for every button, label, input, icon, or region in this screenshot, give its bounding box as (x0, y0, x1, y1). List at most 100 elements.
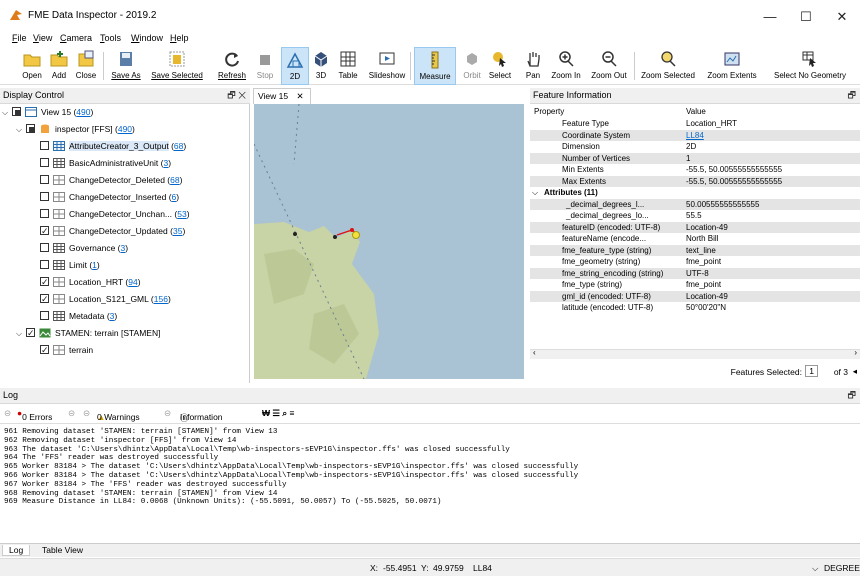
coordinate-system-link[interactable]: LL84 (686, 130, 704, 141)
features-selected-input[interactable]: 1 (805, 365, 818, 377)
feature-count-link[interactable]: 94 (128, 277, 137, 287)
zoom-out-button[interactable]: Zoom Out (588, 47, 630, 85)
feature-count-link[interactable]: 53 (177, 209, 186, 219)
tree-row-feature-type[interactable]: ChangeDetector_Inserted (6) (40, 189, 179, 205)
table-row[interactable]: fme_string_encoding (string) UTF-8 (530, 267, 860, 279)
tree-row-feature-type[interactable]: Location_HRT (94) (40, 274, 141, 290)
table-row[interactable]: gml_id (encoded: UTF-8) Location-49 (530, 290, 860, 302)
table-row[interactable]: Number of Vertices 1 (530, 152, 860, 164)
slideshow-button[interactable]: Slideshow (366, 47, 408, 85)
checkbox[interactable] (40, 243, 49, 253)
checkbox[interactable] (40, 209, 49, 219)
minimize-button[interactable]: — (752, 6, 788, 28)
checkbox-checked[interactable] (26, 325, 35, 341)
checkbox[interactable] (40, 311, 49, 321)
tree-row-feature-type[interactable]: Governance (3) (40, 240, 128, 256)
selected-feature-marker[interactable] (352, 231, 360, 239)
map-canvas[interactable] (254, 104, 524, 379)
table-row[interactable]: latitude (encoded: UTF-8) 50°00'20"N (530, 302, 860, 314)
panel-float-close-icons[interactable]: 🗗 ✕ (227, 88, 246, 103)
menu-camera[interactable]: Camera (60, 33, 92, 43)
table-row[interactable]: fme_feature_type (string) text_line (530, 244, 860, 256)
table-row[interactable]: Coordinate System LL84 (530, 129, 860, 141)
checkbox-checked[interactable] (40, 291, 49, 307)
table-row[interactable]: featureID (encoded: UTF-8) Location-49 (530, 221, 860, 233)
feature-count-link[interactable]: 6 (172, 192, 177, 202)
select-button[interactable]: Select (487, 47, 513, 85)
scroll-left-icon[interactable]: ‹ (533, 348, 536, 357)
prev-error-icon[interactable]: ⊝ (4, 408, 11, 419)
table-button[interactable]: Table (333, 47, 363, 85)
scroll-right-icon[interactable]: › (854, 348, 857, 357)
checkbox[interactable] (12, 107, 21, 117)
zoom-in-button[interactable]: Zoom In (548, 47, 584, 85)
tree-row-feature-type[interactable]: BasicAdministrativeUnit (3) (40, 155, 171, 171)
2d-view-button[interactable]: 2D (281, 47, 309, 85)
stop-button[interactable]: Stop (253, 47, 277, 85)
collapse-chevron-icon[interactable]: ⌵ (16, 326, 26, 342)
panel-float-icon[interactable]: 🗗 (848, 388, 856, 403)
menu-help[interactable]: Help (170, 33, 189, 43)
collapse-chevron-icon[interactable]: ⌵ (2, 105, 12, 121)
feature-count-link[interactable]: 35 (173, 226, 182, 236)
refresh-button[interactable]: Refresh (213, 47, 251, 85)
checkbox[interactable] (40, 158, 49, 168)
tab-table-view[interactable]: Table View (36, 545, 89, 555)
tree-row-feature-type[interactable]: ChangeDetector_Updated (35) (40, 223, 185, 239)
checkbox-checked[interactable] (40, 342, 49, 358)
checkbox[interactable] (40, 192, 49, 202)
feature-count-link[interactable]: 3 (163, 158, 168, 168)
table-row[interactable]: Min Extents -55.5, 50.00555555555555 (530, 164, 860, 176)
tab-view-15[interactable]: View 15 ✕ (253, 88, 311, 104)
close-tab-icon[interactable]: ✕ (296, 91, 303, 101)
tree-row-feature-type[interactable]: AttributeCreator_3_Output (68) (40, 138, 186, 154)
prev-feature-icon[interactable]: ◂ (853, 366, 857, 377)
tree-row-feature-type[interactable]: ChangeDetector_Deleted (68) (40, 172, 182, 188)
table-row[interactable]: Feature Type Location_HRT (530, 118, 860, 130)
maximize-button[interactable]: ☐ (788, 6, 824, 28)
save-as-button[interactable]: Save As (106, 47, 146, 85)
attributes-group[interactable]: ⌵ Attributes (11) (530, 187, 860, 199)
feature-count-link[interactable]: 156 (154, 294, 168, 304)
table-row[interactable]: fme_type (string) fme_point (530, 279, 860, 291)
select-no-geometry-button[interactable]: Select No Geometry (768, 47, 852, 85)
units-label[interactable]: DEGREE (824, 563, 860, 573)
orbit-button[interactable]: Orbit (459, 47, 485, 85)
measure-button[interactable]: Measure (414, 47, 456, 85)
checkbox[interactable] (26, 124, 35, 134)
errors-filter[interactable]: ● 0 Errors (17, 408, 52, 422)
tree-row-inspector[interactable]: ⌵ inspector [FFS] (490) (16, 121, 135, 137)
tree-row-feature-type[interactable]: Location_S121_GML (156) (40, 291, 171, 307)
table-row[interactable]: fme_geometry (string) fme_point (530, 256, 860, 268)
checkbox[interactable] (40, 260, 49, 270)
log-output[interactable]: 961 Removing dataset 'STAMEN: terrain [S… (0, 424, 860, 544)
tab-log[interactable]: Log (2, 545, 31, 556)
tree-row-terrain[interactable]: terrain (40, 342, 93, 358)
table-row[interactable]: Max Extents -55.5, 50.00555555555555 (530, 175, 860, 187)
feature-count-link[interactable]: 490 (76, 107, 90, 117)
menu-window[interactable]: Window (131, 33, 163, 43)
table-row[interactable]: featureName (encode... North Bill (530, 233, 860, 245)
log-tool-icons[interactable]: ₩ ☰ ⌕ ≡ (262, 408, 294, 419)
3d-view-button[interactable]: 3D (310, 47, 332, 85)
panel-float-icon[interactable]: 🗗 (848, 88, 856, 103)
feature-count-link[interactable]: 3 (121, 243, 126, 253)
feature-count-link[interactable]: 68 (174, 141, 183, 151)
zoom-selected-button[interactable]: Zoom Selected (638, 47, 698, 85)
menu-view[interactable]: View (33, 33, 52, 43)
tree-row-feature-type[interactable]: Metadata (3) (40, 308, 117, 324)
table-row[interactable]: _decimal_degrees_l... 50.00555555555555 (530, 198, 860, 210)
units-dropdown-icon[interactable]: ⌵ (812, 563, 818, 574)
feature-count-link[interactable]: 68 (170, 175, 179, 185)
location-point[interactable] (293, 232, 297, 236)
feature-count-link[interactable]: 3 (110, 311, 115, 321)
table-row[interactable]: Dimension 2D (530, 141, 860, 153)
checkbox-checked[interactable] (40, 274, 49, 290)
tree-row-stamen[interactable]: ⌵STAMEN: terrain [STAMEN] (16, 325, 160, 341)
add-button[interactable]: Add (46, 47, 72, 85)
next-error-icon[interactable]: ⊝ (68, 408, 75, 419)
horizontal-scrollbar[interactable]: ‹ › (530, 348, 860, 359)
checkbox[interactable] (40, 175, 49, 185)
zoom-extents-button[interactable]: Zoom Extents (701, 47, 763, 85)
menu-tools[interactable]: Tools (100, 33, 121, 43)
